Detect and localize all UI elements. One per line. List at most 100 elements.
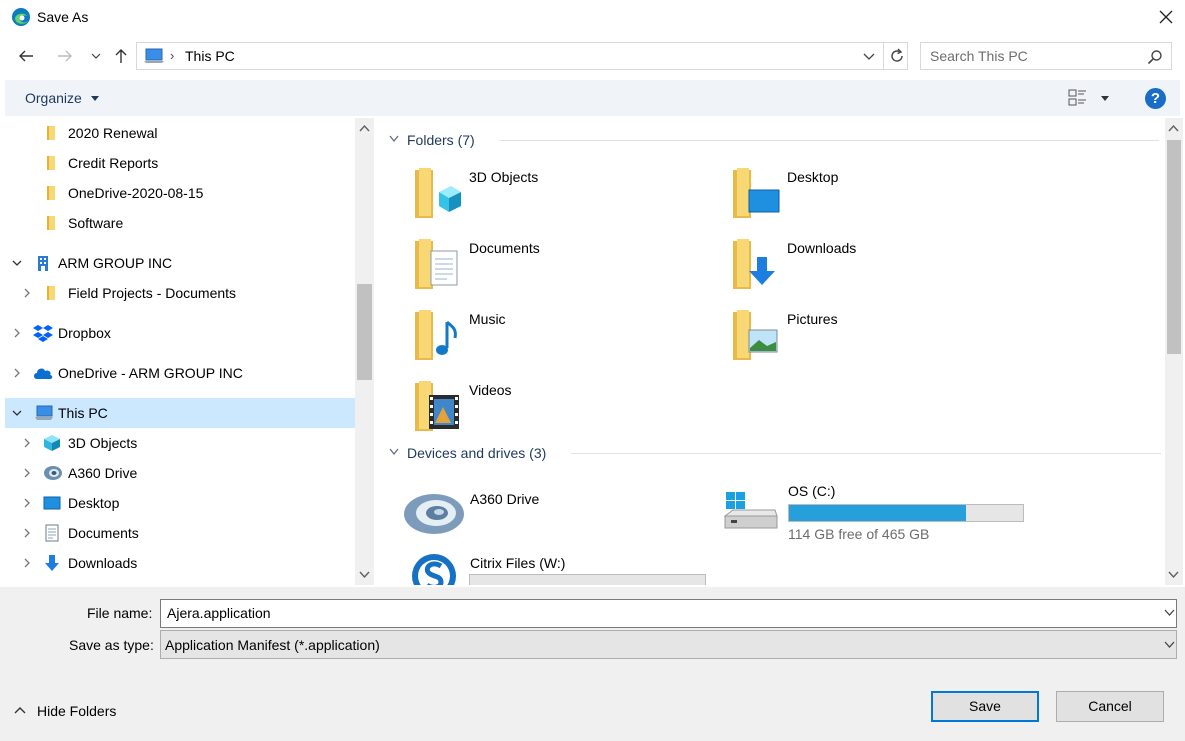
arrow-right-icon [58,50,72,62]
folder-tile-music[interactable]: Music [413,308,713,372]
3d-objects-icon [43,434,61,452]
nav-item-label: 2020 Renewal [68,125,158,141]
folder-tile-3d-objects[interactable]: 3D Objects [413,166,713,230]
nav-scroll-thumb[interactable] [357,284,372,380]
folder-tile-videos[interactable]: Videos [413,379,713,443]
breadcrumb-separator[interactable]: › [170,48,174,63]
chevron-down-icon[interactable] [11,407,23,419]
save-as-type-label: Save as type: [69,637,154,653]
save-as-type-select[interactable]: Application Manifest (*.application) [160,630,1177,659]
view-options-icon[interactable] [1068,88,1088,108]
nav-item-label: Dropbox [58,325,111,341]
nav-item-label: Field Projects - Documents [68,285,237,301]
nav-scrollbar[interactable] [355,118,374,585]
search-box[interactable]: Search This PC [920,42,1172,70]
address-dropdown-icon[interactable] [863,49,875,63]
save-form-area: File name: Ajera.application Save as typ… [0,587,1185,741]
save-as-type-value: Application Manifest (*.application) [165,637,380,653]
drive-tile-a360[interactable]: A360 Drive [403,488,723,552]
nav-item-label: Software [68,215,124,231]
chevron-right-icon[interactable] [11,367,23,379]
chevron-up-icon [14,707,26,714]
folder-label: Pictures [787,311,838,327]
music-folder-icon [413,308,465,364]
pc-icon [143,48,165,64]
nav-item-desktop[interactable]: Desktop [5,488,355,518]
recent-locations-button[interactable] [84,44,108,68]
chevron-down-icon[interactable] [11,257,23,269]
address-bar[interactable]: › This PC [136,42,908,70]
cloud-icon [32,364,53,382]
organize-button[interactable]: Organize [25,90,82,106]
chevron-down-icon [389,448,399,456]
nav-item-this-pc[interactable]: This PC [5,398,355,428]
nav-item-arm-group-inc[interactable]: ARM GROUP INC [5,248,355,278]
search-icon[interactable] [1147,49,1163,65]
file-name-input[interactable]: Ajera.application [160,599,1177,628]
drive-usage-fill [789,505,966,521]
content-scroll-thumb[interactable] [1167,140,1181,354]
folder-label: 3D Objects [469,169,539,185]
folder-tile-downloads[interactable]: Downloads [731,237,1031,301]
nav-item-credit-reports[interactable]: Credit Reports [5,148,355,178]
folder-tile-pictures[interactable]: Pictures [731,308,1031,372]
drive-tile-citrix[interactable]: Citrix Files (W:) [403,552,723,585]
drive-tile-os-c[interactable]: OS (C:) 114 GB free of 465 GB [723,480,1043,544]
content-scrollbar[interactable] [1165,118,1183,585]
nav-item-label: This PC [58,405,108,421]
nav-item-label: Desktop [68,495,120,511]
help-icon[interactable]: ? [1145,88,1166,109]
pictures-folder-icon [731,308,783,364]
a360-drive-icon [403,488,465,544]
command-bar: Organize ? [5,80,1180,116]
nav-item-downloads[interactable]: Downloads [5,548,355,578]
pc-icon [34,404,53,422]
os-drive-icon [723,486,779,542]
chevron-right-icon[interactable] [21,437,33,449]
cancel-button[interactable]: Cancel [1056,691,1164,722]
refresh-icon[interactable] [889,48,905,64]
chevron-right-icon[interactable] [21,527,33,539]
drives-group-header[interactable]: Devices and drives (3) [387,443,1161,463]
folder-tile-desktop[interactable]: Desktop [731,166,1031,230]
drive-free-space: 114 GB free of 465 GB [788,526,930,542]
caret-down-icon[interactable] [91,96,99,101]
folders-group-header[interactable]: Folders (7) [387,130,1159,150]
file-name-value[interactable]: Ajera.application [167,605,271,621]
nav-item-label: A360 Drive [68,465,138,481]
nav-item-onedrive-arm[interactable]: OneDrive - ARM GROUP INC [5,358,355,388]
chevron-down-icon [1164,641,1175,648]
up-button[interactable] [109,44,133,68]
drive-label: Citrix Files (W:) [470,555,566,571]
chevron-right-icon[interactable] [21,467,33,479]
chevron-right-icon[interactable] [21,287,33,299]
navigation-pane: 2020 Renewal Credit Reports OneDrive-202… [5,118,374,585]
nav-item-onedrive-2020-08-15[interactable]: OneDrive-2020-08-15 [5,178,355,208]
folder-icon [43,214,61,232]
title-bar: Save As [0,0,1185,34]
nav-item-field-projects[interactable]: Field Projects - Documents [5,278,355,308]
nav-item-a360-drive[interactable]: A360 Drive [5,458,355,488]
chevron-down-icon [389,135,399,143]
close-button[interactable] [1146,0,1185,34]
nav-item-dropbox[interactable]: Dropbox [5,318,355,348]
nav-item-label: OneDrive-2020-08-15 [68,185,204,201]
address-divider [883,43,884,69]
nav-item-3d-objects[interactable]: 3D Objects [5,428,355,458]
scroll-down-icon [1168,571,1179,579]
folder-tile-documents[interactable]: Documents [413,237,713,301]
forward-button[interactable] [53,44,77,68]
chevron-right-icon[interactable] [21,557,33,569]
edge-logo-icon [11,7,31,27]
nav-item-documents[interactable]: Documents [5,518,355,548]
nav-item-2020-renewal[interactable]: 2020 Renewal [5,118,355,148]
chevron-right-icon[interactable] [11,327,23,339]
chevron-right-icon[interactable] [21,497,33,509]
save-button[interactable]: Save [931,691,1039,722]
folder-label: Downloads [787,240,857,256]
nav-item-software[interactable]: Software [5,208,355,238]
back-button[interactable] [14,44,38,68]
drive-label: OS (C:) [788,483,836,499]
breadcrumb-this-pc[interactable]: This PC [185,48,235,64]
view-caret-down-icon[interactable] [1101,96,1109,101]
